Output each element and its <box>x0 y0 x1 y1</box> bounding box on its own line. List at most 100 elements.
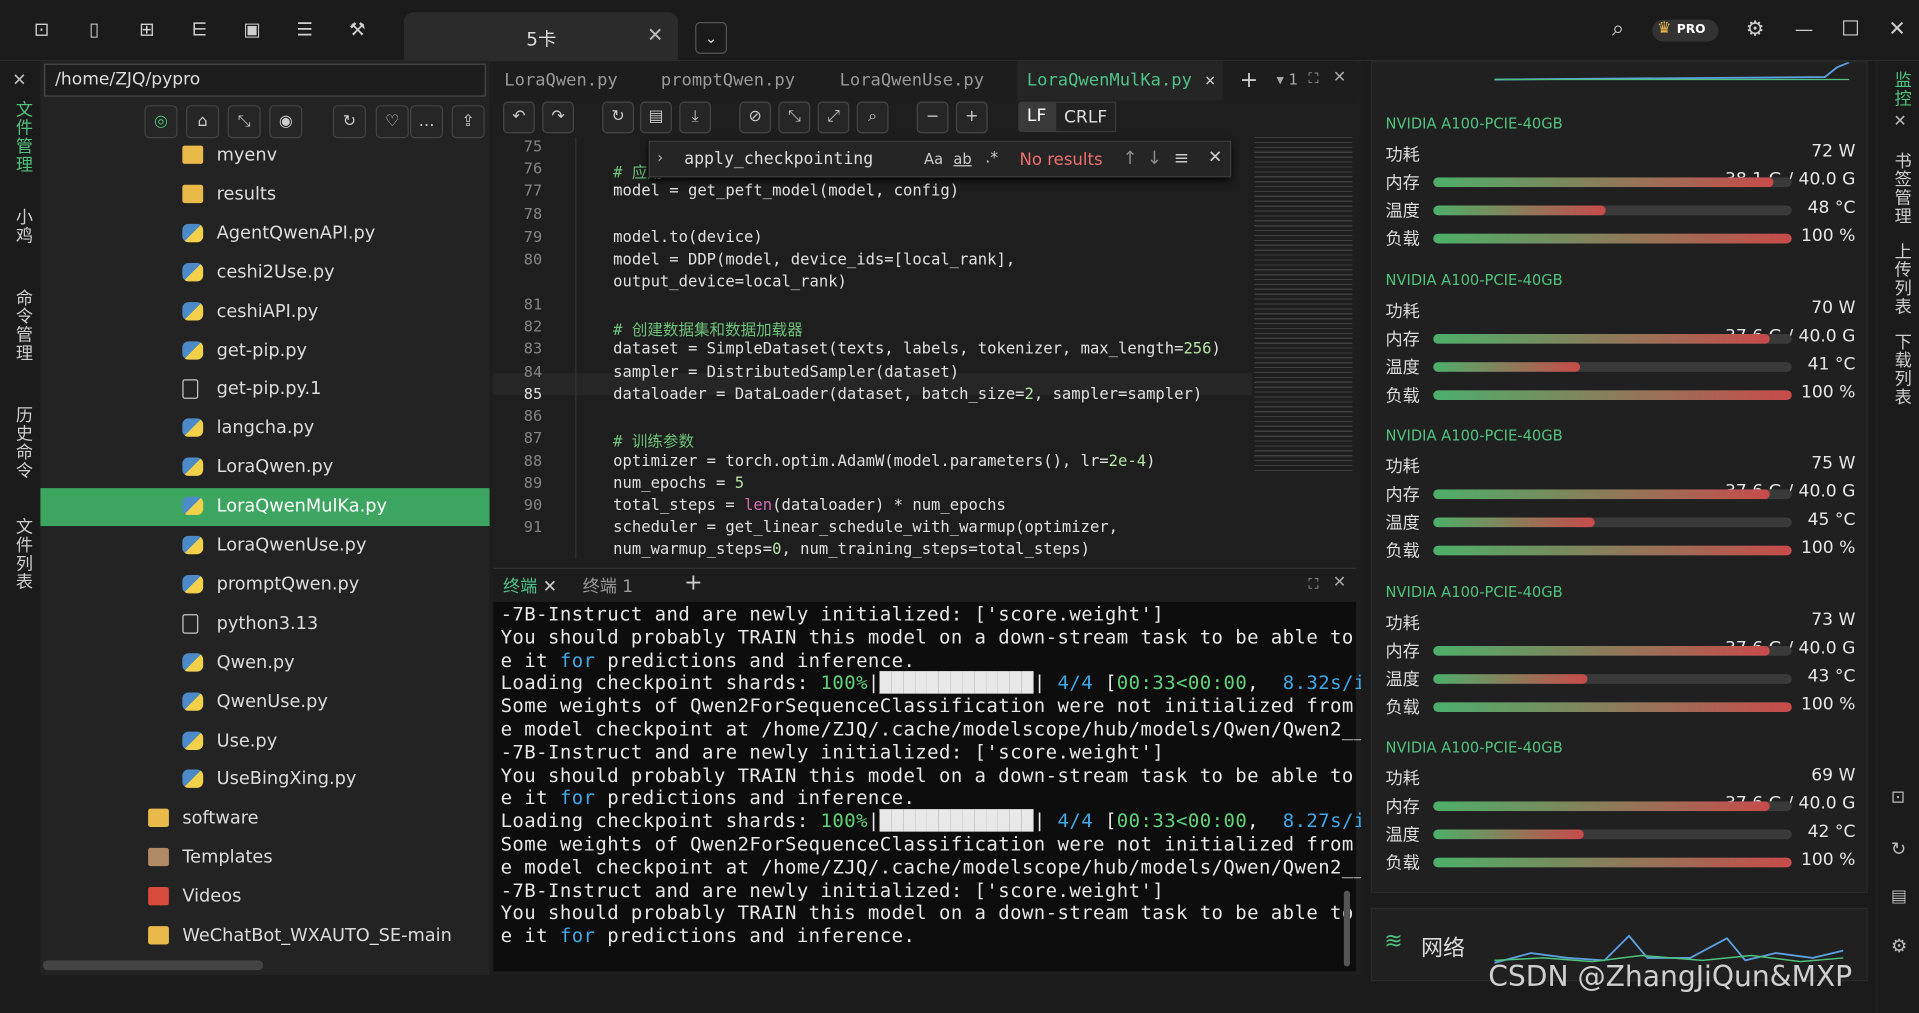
undo-icon[interactable]: ↶ <box>503 101 535 134</box>
list-item[interactable]: python3.13 <box>40 605 489 643</box>
sidebar-item-chicken[interactable]: 小鸡 <box>11 208 35 245</box>
sidebar-item-commands[interactable]: 命令管理 <box>11 289 35 362</box>
window-close-icon[interactable]: ✕ <box>1885 17 1909 41</box>
collapse-icon[interactable]: ⤡ <box>227 105 261 139</box>
file-icon[interactable]: ▯ <box>82 17 106 41</box>
sidebar-item-upload-list[interactable]: 上传列表 <box>1890 242 1914 315</box>
list-item[interactable]: Qwen.py <box>40 644 489 682</box>
zoom-out-icon[interactable]: − <box>916 101 949 134</box>
gear-icon[interactable]: ⚙ <box>1891 935 1907 957</box>
redo-icon[interactable]: ↷ <box>542 101 575 134</box>
tab-promptqwen[interactable]: promptQwen.py <box>661 61 795 100</box>
file-panel-scrollbar[interactable] <box>42 960 264 971</box>
gear-icon[interactable]: ⚙ <box>1743 17 1767 41</box>
maximize-icon[interactable]: ⛶ <box>1308 70 1318 88</box>
path-input[interactable]: /home/ZJQ/pypro <box>44 63 486 97</box>
more-icon[interactable]: … <box>410 105 444 139</box>
eye-icon[interactable]: ◉ <box>269 105 303 139</box>
close-icon[interactable]: ✕ <box>647 23 663 46</box>
session-tab[interactable]: 5卡 ✕ <box>403 12 679 62</box>
list-item[interactable]: LoraQwen.py <box>40 449 489 487</box>
split-count[interactable]: ▾ 1 <box>1277 71 1298 88</box>
terminal-scrollbar[interactable] <box>1343 890 1350 967</box>
list-item[interactable]: ▶software <box>40 800 489 838</box>
whole-word-toggle[interactable]: ab <box>953 150 971 167</box>
regex-toggle[interactable]: .* <box>985 149 998 167</box>
save-icon[interactable]: ▤ <box>640 101 672 134</box>
sidebar-item-bookmarks[interactable]: 书签管理 <box>1890 152 1914 225</box>
search-icon[interactable]: ⌕ <box>1606 17 1630 41</box>
list-item[interactable]: UseBingXing.py <box>40 761 489 799</box>
close-icon[interactable]: ✕ <box>12 71 26 91</box>
search-icon[interactable]: ⌕ <box>856 101 889 134</box>
tab-loraqwenmulka[interactable]: LoraQwenMulKa.py ✕ <box>1017 61 1223 101</box>
arrow-down-icon[interactable]: ↓ <box>1147 147 1162 169</box>
list-item[interactable]: ▶myenv <box>40 137 489 175</box>
close-icon[interactable]: ✕ <box>1893 113 1906 131</box>
list-item[interactable]: LoraQwenMulKa.py <box>40 488 490 527</box>
list-item[interactable]: ▶Templates <box>40 839 489 877</box>
list-item[interactable]: QwenUse.py <box>40 683 489 721</box>
list-item[interactable]: LoraQwenUse.py <box>40 527 489 565</box>
shrink-icon[interactable]: ⤡ <box>778 101 811 134</box>
close-icon[interactable]: ✕ <box>1333 574 1346 592</box>
eol-crlf-button[interactable]: CRLF <box>1055 101 1117 133</box>
download-icon[interactable]: ⤓ <box>679 101 712 134</box>
list-item[interactable]: ▶results <box>40 176 489 214</box>
sidebar-item-monitor[interactable]: 监控 <box>1890 71 1914 108</box>
chevron-right-icon[interactable]: › <box>657 149 663 166</box>
match-case-toggle[interactable]: Aa <box>924 150 943 167</box>
minimap[interactable] <box>1254 137 1353 474</box>
tab-loraqwen[interactable]: LoraQwen.py <box>504 61 617 100</box>
list-item[interactable]: ▶Videos <box>40 879 489 917</box>
sidebar-item-download-list[interactable]: 下载列表 <box>1890 333 1914 406</box>
refresh-icon[interactable]: ↻ <box>332 105 366 139</box>
list-item[interactable]: get-pip.py.1 <box>40 371 489 409</box>
reload-icon[interactable]: ↻ <box>602 101 634 134</box>
maximize-icon[interactable]: ⛶ <box>1308 575 1318 593</box>
expand-icon[interactable]: ⤢ <box>817 101 850 134</box>
sidebar-item-file-manager[interactable]: 文件管理 <box>11 100 35 173</box>
locate-icon[interactable]: ◎ <box>144 105 178 139</box>
maximize-icon[interactable]: ☐ <box>1838 17 1862 41</box>
terminal-icon[interactable]: ⊡ <box>29 17 53 41</box>
close-icon[interactable]: ✕ <box>1205 61 1215 100</box>
add-tab-icon[interactable]: + <box>1240 67 1258 93</box>
minimize-icon[interactable]: — <box>1792 17 1816 41</box>
close-icon[interactable]: ✕ <box>1208 148 1222 168</box>
layout-icon[interactable]: ⊞ <box>135 17 159 41</box>
wrench-icon[interactable]: ⚒ <box>345 17 369 41</box>
list-item[interactable]: langcha.py <box>40 410 489 448</box>
list-item[interactable]: ▶WeChatBot_WXAUTO_SE-main <box>40 918 489 956</box>
list-item[interactable]: ceshi2Use.py <box>40 254 489 292</box>
list-icon[interactable]: ☰ <box>293 17 317 41</box>
close-icon[interactable]: ✕ <box>1333 69 1346 87</box>
compass-icon[interactable]: ⊘ <box>739 101 772 134</box>
add-tab-icon[interactable]: + <box>684 570 702 596</box>
tab-loraqwenuse[interactable]: LoraQwenUse.py <box>840 61 984 100</box>
list-item[interactable]: ceshiAPI.py <box>40 293 489 331</box>
refresh-icon[interactable]: ↻ <box>1891 838 1906 860</box>
eol-lf-button[interactable]: LF <box>1018 101 1056 133</box>
upload-icon[interactable]: ⇪ <box>451 105 485 139</box>
list-item[interactable]: get-pip.py <box>40 332 489 370</box>
console-icon[interactable]: ▣ <box>240 17 264 41</box>
save-icon[interactable]: ▤ <box>1891 887 1907 907</box>
home-icon[interactable]: ⌂ <box>186 105 220 139</box>
list-item[interactable]: AgentQwenAPI.py <box>40 215 489 253</box>
tab-terminal-1[interactable]: 终端 1 <box>583 574 634 598</box>
tree-icon[interactable]: ⋿ <box>187 17 211 41</box>
pro-badge[interactable]: ♛ PRO <box>1652 19 1719 42</box>
find-in-selection-icon[interactable]: ≡ <box>1174 147 1189 169</box>
sidebar-item-file-list[interactable]: 文件列表 <box>11 517 35 590</box>
find-input[interactable]: apply_checkpointing <box>684 149 873 169</box>
tab-dropdown-button[interactable]: ⌄ <box>695 22 727 54</box>
list-item[interactable]: Use.py <box>40 722 489 760</box>
heart-icon[interactable]: ♡ <box>375 105 409 139</box>
sidebar-item-history[interactable]: 历史命令 <box>11 406 35 479</box>
tab-terminal[interactable]: 终端 ✕ <box>503 574 557 598</box>
close-icon[interactable]: ✕ <box>543 577 557 597</box>
zoom-in-icon[interactable]: + <box>955 101 988 134</box>
list-item[interactable]: promptQwen.py <box>40 566 489 604</box>
terminal-icon[interactable]: ⊡ <box>1891 788 1905 808</box>
